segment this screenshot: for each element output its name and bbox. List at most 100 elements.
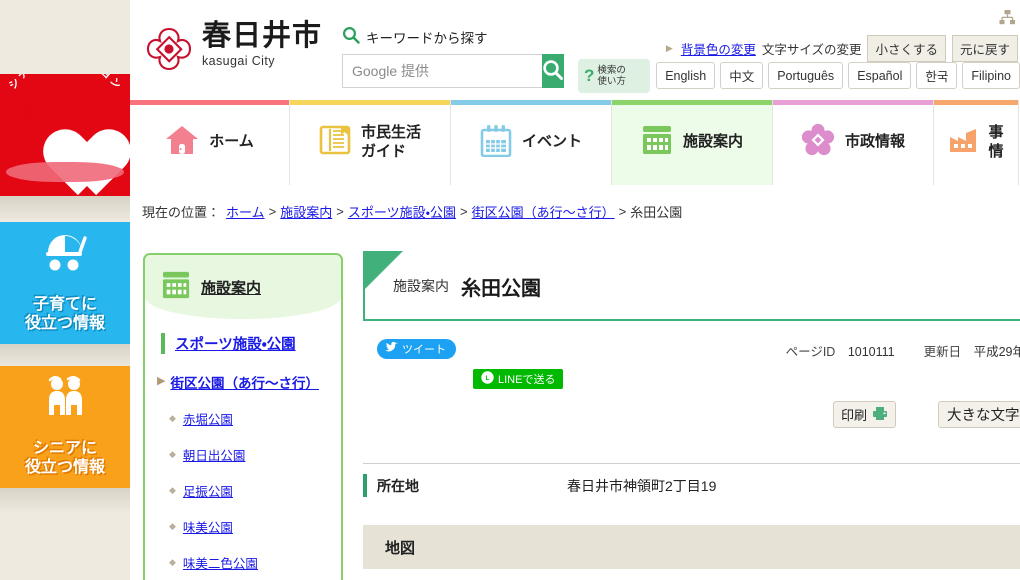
print-button[interactable]: 印刷 [832,401,896,428]
table-row: 所在地 春日井市神領町2丁目19 [363,463,1020,507]
nav-label-facility-guide: 施設案内 [682,133,743,151]
utility-row: ▶ 背景色の変更 文字サイズの変更 小さくする 元に戻す [666,35,1018,62]
side-menu-header[interactable]: 施設案内 [145,255,341,319]
breadcrumb-item-home[interactable]: ホーム [226,202,265,221]
search-form [342,54,564,88]
lang-button-english[interactable]: English [656,62,716,89]
breadcrumb-item-sports-parks[interactable]: スポーツ施設・公園 [348,202,456,221]
nav-item-event[interactable]: イベント [451,100,612,185]
promo-rail: シティプロモーション Da Monde 春日井 だから、かすがい [0,0,130,580]
home-icon [165,124,199,161]
side-menu-link-ajiyoshi-nishiki-park[interactable]: 味美二色公園 [183,553,258,572]
nav-label-citizen-guide: 市民生活 ガイド [361,124,421,161]
side-menu-link-asahide-park[interactable]: 朝日出公園 [183,445,246,464]
side-menu-child-item[interactable]: ◆ 味美二色公園 [169,553,341,572]
lang-button-portuguese[interactable]: Português [768,62,844,89]
page-id-label: ページID [785,345,836,359]
nav-label-city-info: 市政情報 [844,133,905,151]
diamond-bullet-icon: ◆ [169,413,176,423]
logo-title-jp: 春日井市 [202,20,323,52]
calendar-icon [480,124,512,162]
nav-item-facility-guide[interactable]: 施設案内 [612,100,773,185]
diamond-bullet-icon: ◆ [169,449,176,459]
search-submit-button[interactable] [542,54,564,88]
bg-color-change-link[interactable]: 背景色の変更 [681,39,756,58]
breadcrumb-item-facility[interactable]: 施設案内 [280,202,332,221]
breadcrumb: 現在の位置： ホーム > 施設案内 > スポーツ施設・公園 > 街区公園（あ行～… [130,185,1020,237]
side-menu-child-item[interactable]: ◆ 足振公園 [169,481,341,500]
breadcrumb-item-district-parks[interactable]: 街区公園（あ行～さ行） [472,202,615,221]
language-switcher: English 中文 Português Español 한국 Filipino [656,62,1020,89]
nav-item-business-info[interactable]: 事 情 [934,100,1019,185]
font-reset-button[interactable]: 元に戻す [951,35,1018,62]
rail-divider-1 [0,196,130,222]
search-icon [542,59,564,84]
side-menu-link-akahori-park[interactable]: 赤堀公園 [183,409,233,428]
promo-banner-kosodate[interactable]: 子育てに 役立つ情報 [0,222,130,344]
tweet-label: ツイート [402,344,446,356]
nav-stripe [612,100,772,105]
nav-item-citizen-guide[interactable]: 市民生活 ガイド [290,100,451,185]
lang-button-chinese[interactable]: 中文 [720,62,764,89]
global-navigation: ホーム 市民生活 ガイド イベント 施設案内 市政情報 事 情 [130,100,1020,185]
breadcrumb-separator: > [336,203,344,219]
page-id-value: 1010111 [847,345,895,359]
nav-stripe [934,100,1018,105]
side-menu-link-sports-parks[interactable]: スポーツ施設・公園 [175,337,296,353]
page-title-box: 施設案内 糸田公園 [363,251,1020,321]
nav-item-home[interactable]: ホーム [130,100,290,185]
nav-label-line1: 市民生活 [360,124,421,142]
nav-stripe [451,100,611,105]
side-menu-parent-item[interactable]: ▶ 街区公園（あ行～さ行） [157,372,341,392]
promo-label-kosodate: 子育てに 役立つ情報 [0,295,130,334]
side-menu-child-item[interactable]: ◆ 朝日出公園 [169,445,341,464]
side-menu-link-ajiyoshi-park[interactable]: 味美公園 [183,517,233,536]
promo-banner-city-promotion[interactable]: シティプロモーション Da Monde 春日井 だから、かすがい [0,74,130,196]
updated-label: 更新日 [923,345,962,359]
brush-stroke-decoration [6,162,124,182]
nav-label-home: ホーム [209,133,254,151]
print-label: 印刷 [840,408,867,423]
nav-stripe [290,100,450,105]
side-menu-link-ashifuri-park[interactable]: 足振公園 [183,481,233,500]
sitemap-icon[interactable] [999,10,1016,30]
lang-button-spanish[interactable]: Español [848,62,912,89]
large-font-button[interactable]: 大きな文字で [938,401,1020,428]
promo-label-line1: 子育てに [32,295,97,313]
search-help-line2: 使い方 [597,76,626,87]
line-share-button[interactable]: L LINEで送る [473,369,564,389]
lang-button-filipino[interactable]: Filipino [962,62,1020,89]
font-smaller-button[interactable]: 小さくする [867,35,946,62]
lang-button-korean[interactable]: 한국 [916,62,958,89]
nav-stripe [773,100,933,105]
search-keyword-label: キーワードから探す [366,31,488,46]
factory-icon [948,127,978,158]
search-help-button[interactable]: ? 検索の 使い方 [578,59,650,93]
nav-label-line1: 事 [988,124,1004,142]
main-content: 施設案内 糸田公園 ツイート L LINEで送る ページID 1010111 更… [363,251,1020,569]
nav-label-event: イベント [521,133,582,151]
tweet-button[interactable]: ツイート [377,339,456,359]
page-root: シティプロモーション Da Monde 春日井 だから、かすがい [0,0,1020,580]
side-menu-link-district-parks[interactable]: 街区公園（あ行～さ行） [170,372,319,392]
nav-stripe [130,100,289,105]
logo-title-en: kasugai City [202,54,275,69]
search-input[interactable] [342,54,542,88]
heart-da-monde: Da Monde [17,89,69,103]
info-row-value: 春日井市神領町2丁目19 [567,477,717,494]
nav-label-business-info: 事 情 [988,124,1003,161]
search-keyword-row: キーワードから探す [342,26,562,48]
twitter-bird-icon [385,341,398,356]
side-menu-child-item[interactable]: ◆ 味美公園 [169,517,341,536]
guidebook-icon [319,124,351,161]
nav-item-city-info[interactable]: 市政情報 [773,100,934,185]
breadcrumb-separator: > [460,203,468,219]
promo-label-senior: シニアに 役立つ情報 [0,439,130,478]
line-share-label: LINEで送る [498,374,556,386]
side-menu-child-item[interactable]: ◆ 赤堀公園 [169,409,341,428]
heart-kasugai: 春日井 [16,101,70,121]
cherry-blossom-crest-icon [143,24,195,76]
breadcrumb-separator: > [618,203,627,219]
page-tools-row: 印刷 大きな文字で [363,401,1020,441]
promo-banner-senior[interactable]: シニアに 役立つ情報 [0,366,130,488]
